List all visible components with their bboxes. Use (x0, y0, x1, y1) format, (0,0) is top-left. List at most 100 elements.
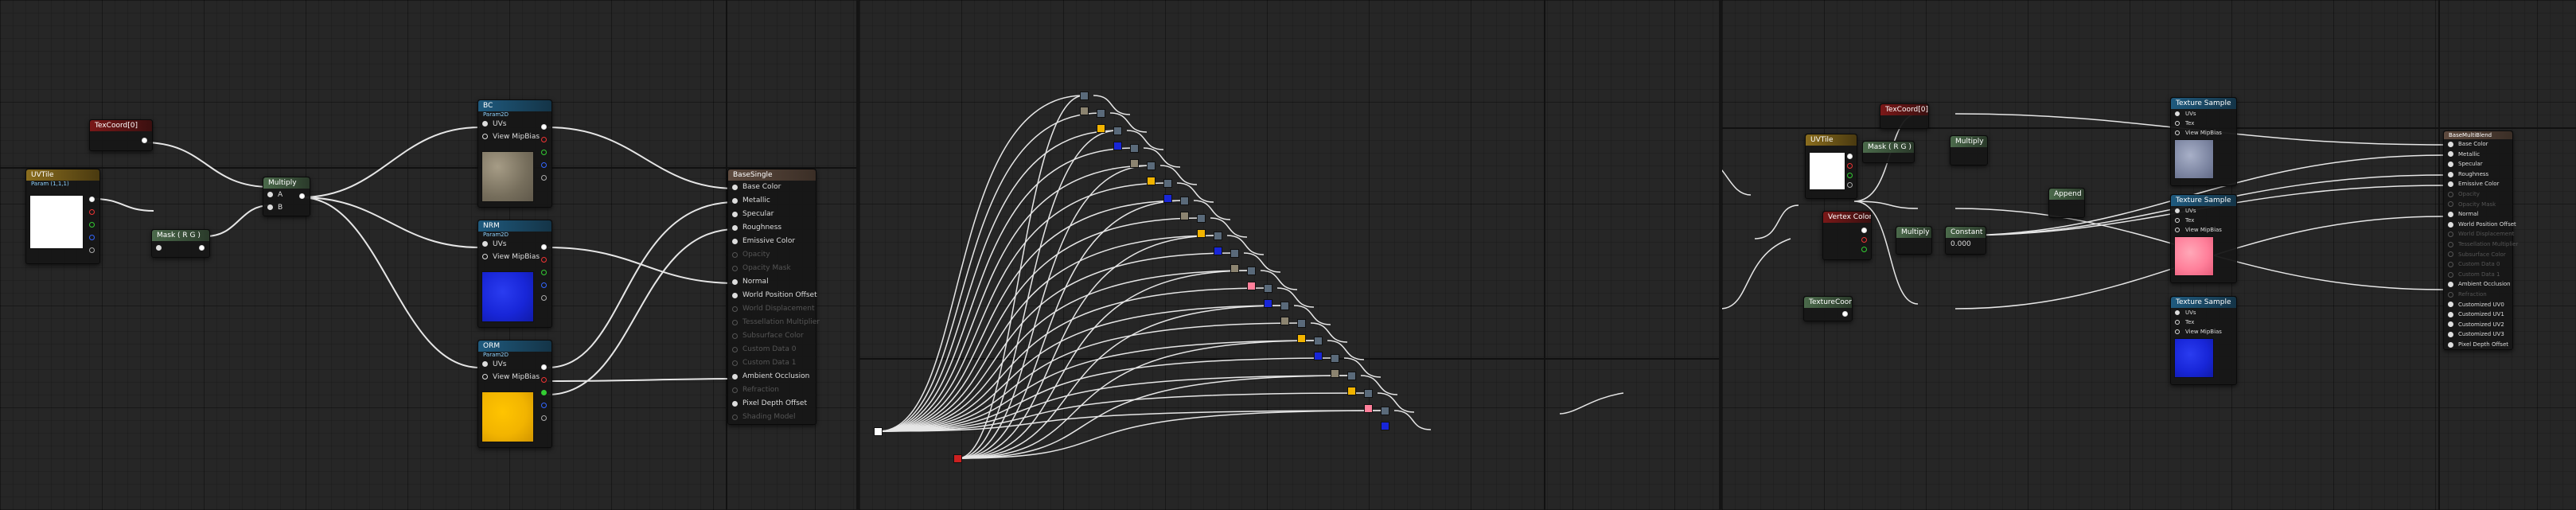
material-input-pixel-depth-offset[interactable]: Pixel Depth Offset (728, 397, 816, 411)
input-tex[interactable]: Tex (2171, 119, 2236, 128)
input-pin[interactable] (482, 241, 488, 247)
input-pin[interactable] (2448, 221, 2453, 228)
texture-node[interactable] (1163, 194, 1172, 203)
texture-node[interactable] (1364, 404, 1373, 413)
material-input-custom-data-0[interactable]: Custom Data 0 (2444, 259, 2512, 270)
material-input-world-position-offset[interactable]: World Position Offset (2444, 220, 2516, 230)
output-pin-a[interactable] (541, 415, 547, 421)
texture-node[interactable] (1347, 387, 1356, 395)
material-input-tessellation-multiplier[interactable]: Tessellation Multiplier (728, 316, 820, 329)
material-input-subsurface-color[interactable]: Subsurface Color (728, 329, 816, 343)
output-pin-b[interactable] (89, 235, 95, 240)
output-pin-g[interactable] (1847, 173, 1853, 178)
input-pin[interactable] (732, 293, 738, 298)
graph-node[interactable] (1130, 144, 1139, 153)
material-input-opacity-mask[interactable]: Opacity Mask (728, 262, 816, 275)
output-pin-g[interactable] (541, 270, 547, 275)
input-pin[interactable] (732, 198, 738, 204)
nrm-texture-node[interactable]: NRM Param2D UVs View MipBias (477, 220, 552, 328)
output-pin-g[interactable] (541, 390, 547, 395)
material-input-shading-model[interactable]: Shading Model (728, 411, 816, 424)
multiply-node[interactable]: Multiply (1950, 135, 1988, 165)
texture-node[interactable] (1280, 317, 1289, 325)
input-pin[interactable] (732, 333, 738, 339)
material-input-custom-data-0[interactable]: Custom Data 0 (728, 343, 816, 356)
material-input-pixel-depth-offset[interactable]: Pixel Depth Offset (2444, 340, 2512, 350)
output-pin-b[interactable] (541, 282, 547, 288)
graph-node[interactable] (1113, 127, 1122, 135)
graph-node[interactable] (1331, 354, 1339, 363)
input-pin[interactable] (2175, 121, 2180, 126)
material-input-customized-uv2[interactable]: Customized UV2 (2444, 320, 2512, 330)
input-view-mipbias[interactable]: View MipBias (2171, 327, 2236, 337)
material-input-customized-uv0[interactable]: Customized UV0 (2444, 300, 2512, 310)
output-pin[interactable] (1842, 311, 1848, 317)
output-pin[interactable] (541, 124, 547, 130)
multiply-node-2[interactable]: Multiply (1896, 226, 1932, 255)
output-pin[interactable] (541, 244, 547, 250)
append-node[interactable]: Append (2048, 188, 2085, 218)
material-input-roughness[interactable]: Roughness (728, 221, 816, 235)
mask-node[interactable]: Mask ( R G ) (1862, 141, 1915, 163)
texture-node[interactable] (1130, 159, 1139, 168)
constant-value[interactable]: 0.000 (1946, 238, 1986, 251)
material-input-custom-data-1[interactable]: Custom Data 1 (728, 356, 816, 370)
input-pin[interactable] (732, 306, 738, 312)
input-pin[interactable] (732, 387, 738, 393)
material-input-metallic[interactable]: Metallic (2444, 150, 2512, 160)
input-pin[interactable] (732, 225, 738, 231)
output-pin-g[interactable] (89, 222, 95, 228)
output-pin-g[interactable] (541, 150, 547, 155)
material-input-specular[interactable]: Specular (2444, 159, 2512, 169)
input-pin[interactable] (2175, 208, 2180, 213)
input-pin[interactable] (2448, 201, 2453, 208)
input-pin[interactable] (2448, 261, 2453, 267)
input-uvs[interactable]: UVs (478, 238, 551, 251)
input-view-mipbias[interactable]: View MipBias (2171, 225, 2236, 235)
output-pin-r[interactable] (1847, 163, 1853, 169)
material-input-opacity[interactable]: Opacity (2444, 189, 2512, 200)
material-input-customized-uv1[interactable]: Customized UV1 (2444, 310, 2512, 320)
orm-texture-node[interactable]: ORM Param2D UVs View MipBias (477, 340, 552, 448)
input-pin[interactable] (482, 254, 488, 259)
input-pin[interactable] (2448, 251, 2453, 258)
output-pin-a[interactable] (541, 175, 547, 181)
input-pin[interactable] (267, 204, 273, 210)
output-pin-r[interactable] (89, 209, 95, 215)
source-node[interactable] (953, 454, 962, 463)
input-pin[interactable] (2448, 302, 2453, 308)
input-pin[interactable] (2448, 161, 2453, 167)
graph-node[interactable] (1230, 249, 1239, 258)
texture-node[interactable] (1113, 142, 1122, 150)
material-input-base-color[interactable]: Base Color (2444, 139, 2512, 150)
material-input-world-displacement[interactable]: World Displacement (2444, 229, 2514, 239)
output-pin[interactable] (142, 138, 147, 143)
multiply-node[interactable]: Multiply A B (263, 177, 310, 216)
input-pin[interactable] (2175, 310, 2180, 315)
input-pin[interactable] (482, 374, 488, 380)
input-pin[interactable] (2448, 321, 2453, 328)
input-pin[interactable] (482, 361, 488, 367)
texture-node[interactable] (1197, 229, 1206, 238)
output-pin[interactable] (89, 197, 95, 202)
input-pin[interactable] (732, 360, 738, 366)
material-input-refraction[interactable]: Refraction (2444, 290, 2512, 300)
input-uvs[interactable]: UVs (478, 118, 551, 130)
graph-node[interactable] (1264, 284, 1272, 293)
uvtile-node[interactable]: UVTile Param (1,1,1) (25, 169, 100, 264)
graph-node[interactable] (1097, 109, 1105, 118)
input-b[interactable]: B (263, 201, 310, 214)
input-pin[interactable] (2448, 181, 2453, 188)
input-uvs[interactable]: UVs (2171, 109, 2236, 119)
material-input-base-color[interactable]: Base Color (728, 181, 816, 194)
graph-node[interactable] (1280, 302, 1289, 310)
input-pin[interactable] (732, 252, 738, 258)
texture-node[interactable] (1264, 299, 1272, 308)
input-pin[interactable] (732, 239, 738, 244)
output-pin[interactable] (1847, 154, 1853, 159)
input-mipbias[interactable]: View MipBias (478, 251, 551, 263)
texture-node[interactable] (1230, 264, 1239, 273)
texture-sample-node-2[interactable]: Texture Sample UVs Tex View MipBias (2170, 194, 2237, 283)
input-pin[interactable] (2448, 211, 2453, 217)
input-pin[interactable] (732, 279, 738, 285)
